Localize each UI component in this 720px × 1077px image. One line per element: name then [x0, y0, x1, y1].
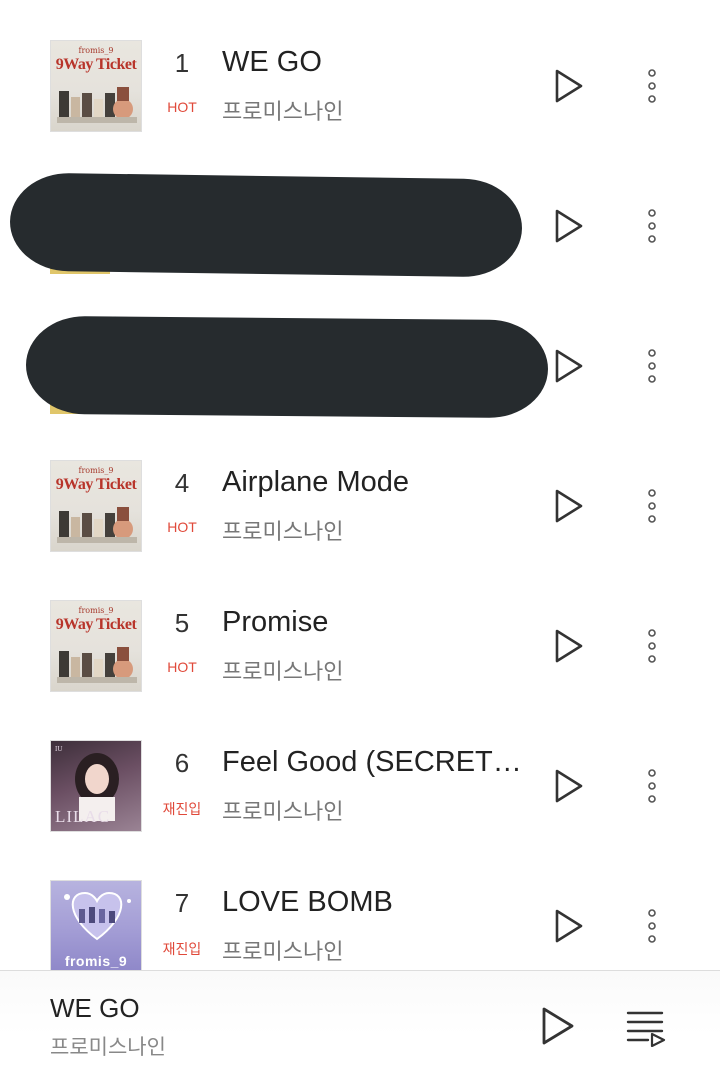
vertical-dots-icon — [648, 209, 656, 243]
chart-badge: HOT — [167, 659, 197, 675]
play-icon — [555, 349, 583, 383]
track-rank: 4 — [174, 468, 190, 498]
play-icon — [542, 1007, 574, 1045]
play-icon — [555, 629, 583, 663]
track-title[interactable]: Promise — [222, 606, 528, 639]
album-art-brand: fromis_9 — [78, 466, 114, 475]
track-title[interactable]: Feel Good (SECRET… — [222, 746, 528, 779]
mini-player[interactable]: WE GO 프로미스나인 — [0, 971, 720, 1077]
vertical-dots-icon — [648, 489, 656, 523]
now-playing-title[interactable]: WE GO — [50, 993, 140, 1024]
play-button[interactable] — [548, 904, 588, 948]
track-artist[interactable]: 프로미스나인 — [222, 654, 528, 686]
play-button[interactable] — [548, 64, 588, 108]
playlist-button[interactable] — [622, 1007, 670, 1048]
album-art-title: 9Way Ticket — [55, 56, 137, 73]
playlist-icon — [626, 1011, 666, 1048]
track-title[interactable]: Airplane Mode — [222, 466, 528, 499]
redaction-overlay — [9, 172, 523, 278]
album-art-figures — [57, 87, 137, 123]
track-row[interactable]: IU LILAC 6 재진입 Feel Good (SECRET… 프로미스나인 — [0, 700, 720, 840]
play-icon — [555, 769, 583, 803]
chart-badge: 재진입 — [162, 801, 202, 817]
track-rank: 7 — [174, 888, 190, 918]
more-options-button[interactable] — [636, 904, 668, 948]
more-options-button[interactable] — [636, 204, 668, 248]
album-art-title: LILAC — [55, 807, 111, 826]
play-icon — [555, 909, 583, 943]
album-art-title: 9Way Ticket — [55, 616, 137, 633]
album-art-title: fromis_9 — [64, 953, 128, 969]
album-art: fromis_9 9Way Ticket — [50, 460, 142, 552]
play-button[interactable] — [548, 344, 588, 388]
more-options-button[interactable] — [636, 764, 668, 808]
track-row[interactable]: fromis_9 9Way Ticket 4 HOT Airplane Mode… — [0, 420, 720, 560]
track-row[interactable] — [0, 280, 720, 420]
more-options-button[interactable] — [636, 624, 668, 668]
play-button[interactable] — [548, 624, 588, 668]
vertical-dots-icon — [648, 349, 656, 383]
more-options-button[interactable] — [636, 344, 668, 388]
album-art: fromis_9 9Way Ticket — [50, 600, 142, 692]
now-playing-artist[interactable]: 프로미스나인 — [50, 1031, 166, 1061]
track-rank: 5 — [174, 608, 190, 638]
track-artist[interactable]: 프로미스나인 — [222, 794, 528, 826]
track-rank: 1 — [174, 48, 190, 78]
play-icon — [555, 489, 583, 523]
track-artist[interactable]: 프로미스나인 — [222, 934, 528, 966]
chart-badge: HOT — [167, 519, 197, 535]
vertical-dots-icon — [648, 909, 656, 943]
chart-badge: HOT — [167, 99, 197, 115]
track-artist[interactable]: 프로미스나인 — [222, 514, 528, 546]
mini-play-button[interactable] — [534, 1001, 580, 1051]
track-row[interactable]: fromis_9 9Way Ticket 1 HOT WE GO 프로미스나인 — [0, 0, 720, 140]
album-art-brand: IU — [55, 745, 63, 753]
track-list: fromis_9 9Way Ticket 1 HOT WE GO 프로미스나인 — [0, 0, 720, 970]
vertical-dots-icon — [648, 769, 656, 803]
app-screen: fromis_9 9Way Ticket 1 HOT WE GO 프로미스나인 — [0, 0, 720, 1077]
album-art-figures — [64, 891, 131, 941]
track-row[interactable]: fromis_9 9Way Ticket 5 HOT Promise 프로미스나… — [0, 560, 720, 700]
track-row[interactable]: fromis_9 7 재진입 LOVE BOMB 프로미스나인 — [0, 840, 720, 970]
album-art: IU LILAC — [50, 740, 142, 832]
play-icon — [555, 209, 583, 243]
redaction-overlay — [25, 315, 549, 419]
track-artist[interactable]: 프로미스나인 — [222, 94, 528, 126]
album-art: fromis_9 9Way Ticket — [50, 40, 142, 132]
play-icon — [555, 69, 583, 103]
track-rank: 6 — [174, 748, 190, 778]
vertical-dots-icon — [648, 69, 656, 103]
chart-badge: 재진입 — [162, 941, 202, 957]
play-button[interactable] — [548, 204, 588, 248]
album-art-title: 9Way Ticket — [55, 476, 137, 493]
vertical-dots-icon — [648, 629, 656, 663]
track-title[interactable]: WE GO — [222, 46, 528, 79]
more-options-button[interactable] — [636, 64, 668, 108]
album-art: fromis_9 — [50, 880, 142, 970]
album-art-brand: fromis_9 — [78, 606, 114, 615]
album-art-figures — [57, 647, 137, 683]
play-button[interactable] — [548, 484, 588, 528]
play-button[interactable] — [548, 764, 588, 808]
track-title[interactable]: LOVE BOMB — [222, 886, 528, 919]
track-row[interactable] — [0, 140, 720, 280]
album-art-figures — [57, 507, 137, 543]
album-art-brand: fromis_9 — [78, 46, 114, 55]
more-options-button[interactable] — [636, 484, 668, 528]
